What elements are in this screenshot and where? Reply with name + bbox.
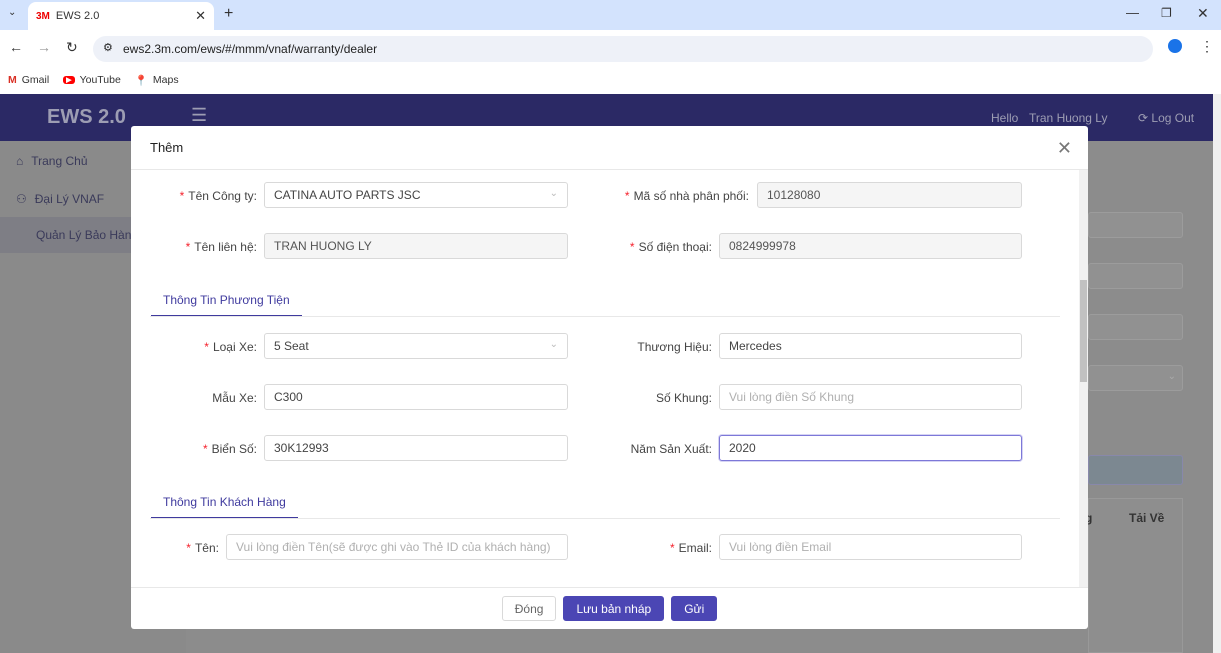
- url-text: ews2.3m.com/ews/#/mmm/vnaf/warranty/deal…: [123, 42, 378, 56]
- phone-label: * Số điện thoại:: [629, 240, 712, 254]
- browser-tab-bar: ⌄ 3M EWS 2.0 ✕ + — ❐ ✕: [0, 0, 1221, 30]
- app-title: EWS 2.0: [47, 106, 126, 128]
- bookmark-label: YouTube: [79, 74, 121, 86]
- contact-label: * Tên liên hệ:: [185, 240, 257, 254]
- back-icon[interactable]: ←: [9, 39, 23, 55]
- bookmark-maps[interactable]: 📍 Maps: [135, 74, 179, 87]
- hello-text: Hello: [991, 111, 1019, 125]
- profile-avatar[interactable]: [1168, 39, 1182, 53]
- logout-icon: ⟳: [1138, 111, 1149, 125]
- page-scrollbar[interactable]: [1213, 94, 1221, 653]
- bg-bar: [1088, 455, 1183, 485]
- bookmark-youtube[interactable]: ▶ YouTube: [63, 74, 121, 86]
- company-select[interactable]: CATINA AUTO PARTS JSC ⌄: [264, 182, 568, 208]
- dialog-footer: Đóng Lưu bản nháp Gửi: [131, 587, 1088, 629]
- maps-icon: 📍: [134, 74, 148, 87]
- distributor-code-label: * Mã số nhà phân phối:: [624, 189, 749, 203]
- bg-table: g Tải Về: [1085, 498, 1183, 653]
- dialog-title: Thêm: [150, 140, 184, 155]
- bg-input: [1088, 212, 1183, 238]
- name-input[interactable]: Vui lòng điền Tên(sẽ được ghi vào Thẻ ID…: [226, 534, 568, 560]
- chevron-down-icon: ⌄: [549, 188, 558, 199]
- new-tab-icon[interactable]: +: [224, 5, 233, 23]
- plate-label: * Biển Số:: [202, 442, 257, 456]
- bg-input: [1088, 314, 1183, 340]
- site-info-icon[interactable]: ⚙: [103, 41, 113, 54]
- email-input[interactable]: Vui lòng điền Email: [719, 534, 1022, 560]
- plate-input[interactable]: 30K12993: [264, 435, 568, 461]
- company-label: * Tên Công ty:: [179, 189, 257, 203]
- chassis-label: Số Khung:: [655, 391, 712, 405]
- model-label: Mẫu Xe:: [212, 391, 257, 405]
- contact-input[interactable]: TRAN HUONG LY: [264, 233, 568, 259]
- youtube-icon: ▶: [63, 76, 75, 84]
- logout-button[interactable]: ⟳ Log Out: [1138, 111, 1194, 125]
- menu-icon[interactable]: ⋮: [1200, 38, 1214, 55]
- sidebar-item-label: Trang Chủ: [31, 154, 88, 168]
- dialog-header: Thêm: [131, 126, 1088, 170]
- chevron-down-icon: ⌄: [549, 339, 558, 350]
- tab-vehicle-info[interactable]: Thông Tin Phương Tiện: [151, 293, 302, 317]
- tab-title: EWS 2.0: [55, 10, 100, 22]
- bookmarks-bar: M Gmail ▶ YouTube 📍 Maps: [0, 66, 1221, 94]
- phone-input[interactable]: 0824999978: [719, 233, 1022, 259]
- menu-fold-icon[interactable]: ☰: [191, 105, 207, 126]
- brand-input[interactable]: Mercedes: [719, 333, 1022, 359]
- divider: [150, 518, 1060, 519]
- forward-icon[interactable]: →: [37, 39, 51, 55]
- browser-tab[interactable]: 3M EWS 2.0 ✕: [28, 2, 214, 30]
- bookmark-label: Gmail: [21, 74, 50, 86]
- 3m-logo-icon: 3M: [36, 10, 50, 22]
- gmail-icon: M: [8, 74, 17, 86]
- sidebar-item-label: Quản Lý Bảo Hành: [36, 228, 139, 242]
- car-type-label: * Loại Xe:: [204, 340, 257, 354]
- tab-list-chevron-icon[interactable]: ⌄: [8, 7, 16, 18]
- minimize-icon[interactable]: —: [1126, 5, 1139, 20]
- email-label: * Email:: [669, 541, 712, 555]
- add-dialog: Thêm ✕ * Tên Công ty: CATINA AUTO PARTS J…: [131, 126, 1088, 629]
- car-type-select[interactable]: 5 Seat ⌄: [264, 333, 568, 359]
- save-draft-button[interactable]: Lưu bản nháp: [563, 596, 665, 621]
- user-name[interactable]: Tran Huong Ly: [1029, 111, 1108, 125]
- restore-icon[interactable]: ❐: [1161, 6, 1172, 20]
- tab-customer-info[interactable]: Thông Tin Khách Hàng: [151, 495, 298, 519]
- submit-button[interactable]: Gửi: [671, 596, 718, 621]
- name-label: * Tên:: [186, 541, 219, 555]
- scrollbar-thumb[interactable]: [1080, 280, 1087, 382]
- brand-label: Thương Hiệu:: [637, 340, 712, 354]
- window-close-icon[interactable]: ✕: [1197, 5, 1209, 22]
- chassis-input[interactable]: Vui lòng điền Số Khung: [719, 384, 1022, 410]
- bookmark-label: Maps: [152, 74, 179, 86]
- close-button[interactable]: Đóng: [501, 596, 557, 621]
- bookmark-gmail[interactable]: M Gmail: [8, 74, 49, 86]
- year-input[interactable]: 2020: [719, 435, 1022, 461]
- dialog-scrollbar[interactable]: [1079, 170, 1088, 587]
- bg-input: [1088, 263, 1183, 289]
- year-label: Năm Sản Xuất:: [630, 442, 712, 456]
- distributor-code-input[interactable]: 10128080: [757, 182, 1022, 208]
- close-tab-icon[interactable]: ✕: [195, 8, 206, 24]
- sidebar-item-label: Đại Lý VNAF: [34, 192, 105, 206]
- model-input[interactable]: C300: [264, 384, 568, 410]
- divider: [150, 316, 1060, 317]
- url-input[interactable]: ⚙ ews2.3m.com/ews/#/mmm/vnaf/warranty/de…: [93, 36, 1153, 62]
- reload-icon[interactable]: ↻: [66, 39, 78, 56]
- table-header: Tải Về: [1129, 511, 1165, 525]
- bg-select: ⌄: [1088, 365, 1183, 391]
- user-icon: ⚇: [16, 192, 27, 206]
- close-icon[interactable]: ✕: [1057, 138, 1072, 159]
- home-icon: ⌂: [16, 154, 24, 168]
- logout-label: Log Out: [1151, 111, 1195, 125]
